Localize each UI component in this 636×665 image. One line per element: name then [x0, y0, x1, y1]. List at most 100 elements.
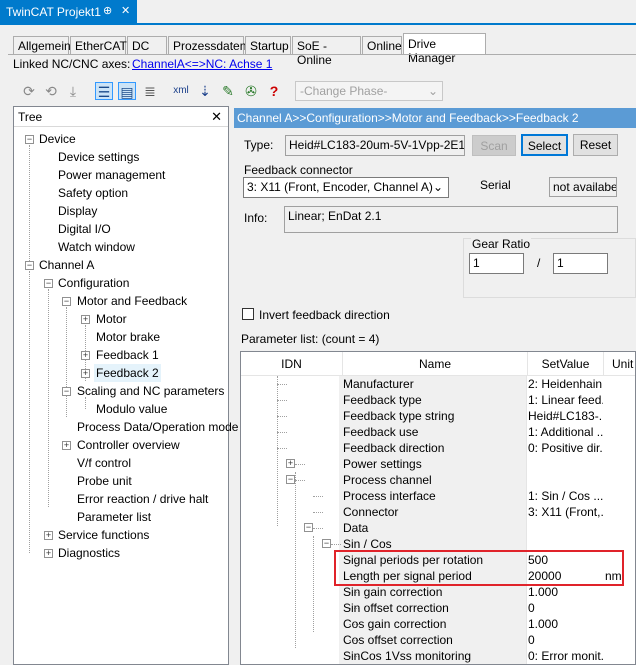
invert-direction-checkbox[interactable]	[242, 308, 254, 320]
param-value[interactable]: 2: Heidenhain	[528, 377, 603, 391]
collapse-icon[interactable]: −	[322, 539, 331, 548]
column-header-idn[interactable]: IDN	[241, 352, 343, 376]
split-view-icon[interactable]: ▤	[118, 82, 136, 100]
expand-icon[interactable]: +	[81, 351, 90, 360]
tree-item-device[interactable]: Device	[39, 130, 76, 148]
param-value[interactable]: 1.000	[528, 617, 603, 631]
column-header-setvalue[interactable]: SetValue	[528, 352, 604, 376]
gear-ratio-numerator[interactable]: 1	[469, 253, 524, 274]
download-icon[interactable]: ⤓	[64, 82, 82, 100]
param-value[interactable]: 0: Error monit...	[528, 649, 603, 663]
table-row[interactable]: SinCos 1Vss monitoring 0: Error monit...	[241, 648, 635, 664]
wizard-icon[interactable]: ✎	[219, 82, 237, 100]
tree-item-error-reaction[interactable]: Error reaction / drive halt	[77, 490, 208, 508]
tools-icon[interactable]: ✇	[242, 82, 260, 100]
table-row[interactable]: Sin offset correction 0	[241, 600, 635, 616]
table-row[interactable]: Sin gain correction 1.000	[241, 584, 635, 600]
tree-view-icon[interactable]: ☰	[95, 82, 113, 100]
change-phase-select[interactable]: -Change Phase- ⌄	[295, 81, 443, 101]
tree-item-safety-option[interactable]: Safety option	[58, 184, 128, 202]
tree-item-motor-brake[interactable]: Motor brake	[96, 328, 160, 346]
table-row[interactable]: Feedback type string Heid#LC183-...	[241, 408, 635, 424]
value-cell[interactable]	[526, 520, 605, 536]
expand-icon[interactable]: +	[44, 531, 53, 540]
tree-item-modulo-value[interactable]: Modulo value	[96, 400, 167, 418]
collapse-icon[interactable]: −	[25, 135, 34, 144]
gear-ratio-denominator[interactable]: 1	[553, 253, 608, 274]
list-view-icon[interactable]: ≣	[141, 82, 159, 100]
param-value[interactable]: 0	[528, 633, 603, 647]
tree-item-motor-and-feedback[interactable]: Motor and Feedback	[77, 292, 187, 310]
tree-item-configuration[interactable]: Configuration	[58, 274, 129, 292]
param-value[interactable]: Heid#LC183-...	[528, 409, 603, 423]
tree-item-power-management[interactable]: Power management	[58, 166, 165, 184]
refresh-icon[interactable]: ⟳	[20, 82, 38, 100]
param-value[interactable]: 0	[528, 601, 603, 615]
table-row[interactable]: Cos gain correction 1.000	[241, 616, 635, 632]
tab-online[interactable]: Online	[362, 36, 402, 54]
close-icon[interactable]: ✕	[121, 4, 130, 17]
expand-icon[interactable]: +	[81, 369, 90, 378]
param-value[interactable]: 1: Sin / Cos ...	[528, 489, 603, 503]
document-tab[interactable]: TwinCAT Projekt1 ⊕ ✕	[0, 0, 137, 24]
param-value[interactable]: 0: Positive dir...	[528, 441, 603, 455]
help-icon[interactable]: ?	[265, 82, 283, 100]
table-row[interactable]: + Power settings	[241, 456, 635, 472]
table-row[interactable]: Connector 3: X11 (Front,...	[241, 504, 635, 520]
collapse-icon[interactable]: −	[25, 261, 34, 270]
value-cell[interactable]	[526, 472, 605, 488]
collapse-icon[interactable]: −	[304, 523, 313, 532]
expand-icon[interactable]: +	[62, 441, 71, 450]
tab-soe-online[interactable]: SoE - Online	[292, 36, 361, 67]
tree-item-device-settings[interactable]: Device settings	[58, 148, 139, 166]
column-header-name[interactable]: Name	[343, 352, 528, 376]
column-header-unit[interactable]: Unit	[604, 352, 635, 376]
tree-item-diagnostics[interactable]: Diagnostics	[58, 544, 120, 562]
value-cell[interactable]	[526, 456, 605, 472]
expand-icon[interactable]: +	[286, 459, 295, 468]
expand-icon[interactable]: +	[81, 315, 90, 324]
tree-item-controller-overview[interactable]: Controller overview	[77, 436, 180, 454]
tree-item-display[interactable]: Display	[58, 202, 97, 220]
table-row[interactable]: Feedback direction 0: Positive dir...	[241, 440, 635, 456]
tree-item-channel-a[interactable]: Channel A	[39, 256, 94, 274]
table-row[interactable]: − Data	[241, 520, 635, 536]
tree-item-digital-io[interactable]: Digital I/O	[58, 220, 111, 238]
table-row[interactable]: Feedback use 1: Additional ...	[241, 424, 635, 440]
tab-ethercat[interactable]: EtherCAT	[70, 36, 127, 54]
tree-item-motor[interactable]: Motor	[96, 310, 127, 328]
expand-icon[interactable]: +	[44, 549, 53, 558]
linked-axes-link[interactable]: ChannelA<=>NC: Achse 1	[132, 57, 272, 71]
param-value[interactable]: 3: X11 (Front,...	[528, 505, 603, 519]
reset-button[interactable]: Reset	[573, 134, 618, 156]
tab-dc[interactable]: DC	[127, 36, 167, 54]
tab-allgemein[interactable]: Allgemein	[13, 36, 71, 54]
table-row[interactable]: − Process channel	[241, 472, 635, 488]
collapse-icon[interactable]: −	[286, 475, 295, 484]
tree-item-watch-window[interactable]: Watch window	[58, 238, 135, 256]
tree-item-service-functions[interactable]: Service functions	[58, 526, 149, 544]
table-row[interactable]: Feedback type 1: Linear feed...	[241, 392, 635, 408]
tree-item-vf-control[interactable]: V/f control	[77, 454, 131, 472]
tree-item-feedback-2[interactable]: Feedback 2	[94, 364, 161, 382]
tab-startup[interactable]: Startup	[245, 36, 291, 54]
tree-item-probe-unit[interactable]: Probe unit	[77, 472, 132, 490]
param-value[interactable]: 1: Additional ...	[528, 425, 603, 439]
tree-item-feedback-1[interactable]: Feedback 1	[96, 346, 159, 364]
sort-icon[interactable]: ⇣	[196, 82, 214, 100]
collapse-icon[interactable]: −	[62, 297, 71, 306]
scan-button[interactable]: Scan	[472, 135, 516, 156]
tree-item-process-data[interactable]: Process Data/Operation mode	[77, 418, 238, 436]
tab-drive-manager[interactable]: Drive Manager	[403, 33, 486, 65]
tree-item-parameter-list[interactable]: Parameter list	[77, 508, 151, 526]
collapse-icon[interactable]: −	[62, 387, 71, 396]
tab-prozessdaten[interactable]: Prozessdaten	[168, 36, 246, 54]
tree-item-scaling-nc[interactable]: Scaling and NC parameters	[77, 382, 224, 400]
pin-icon[interactable]: ⊕	[103, 4, 112, 17]
xml-export-icon[interactable]: xml	[172, 82, 190, 100]
table-row[interactable]: Cos offset correction 0	[241, 632, 635, 648]
select-button[interactable]: Select	[521, 134, 568, 156]
feedback-connector-select[interactable]: 3: X11 (Front, Encoder, Channel A) ⌄	[243, 177, 449, 198]
sync-icon[interactable]: ⟲	[42, 82, 60, 100]
table-row[interactable]: Manufacturer 2: Heidenhain	[241, 376, 635, 392]
